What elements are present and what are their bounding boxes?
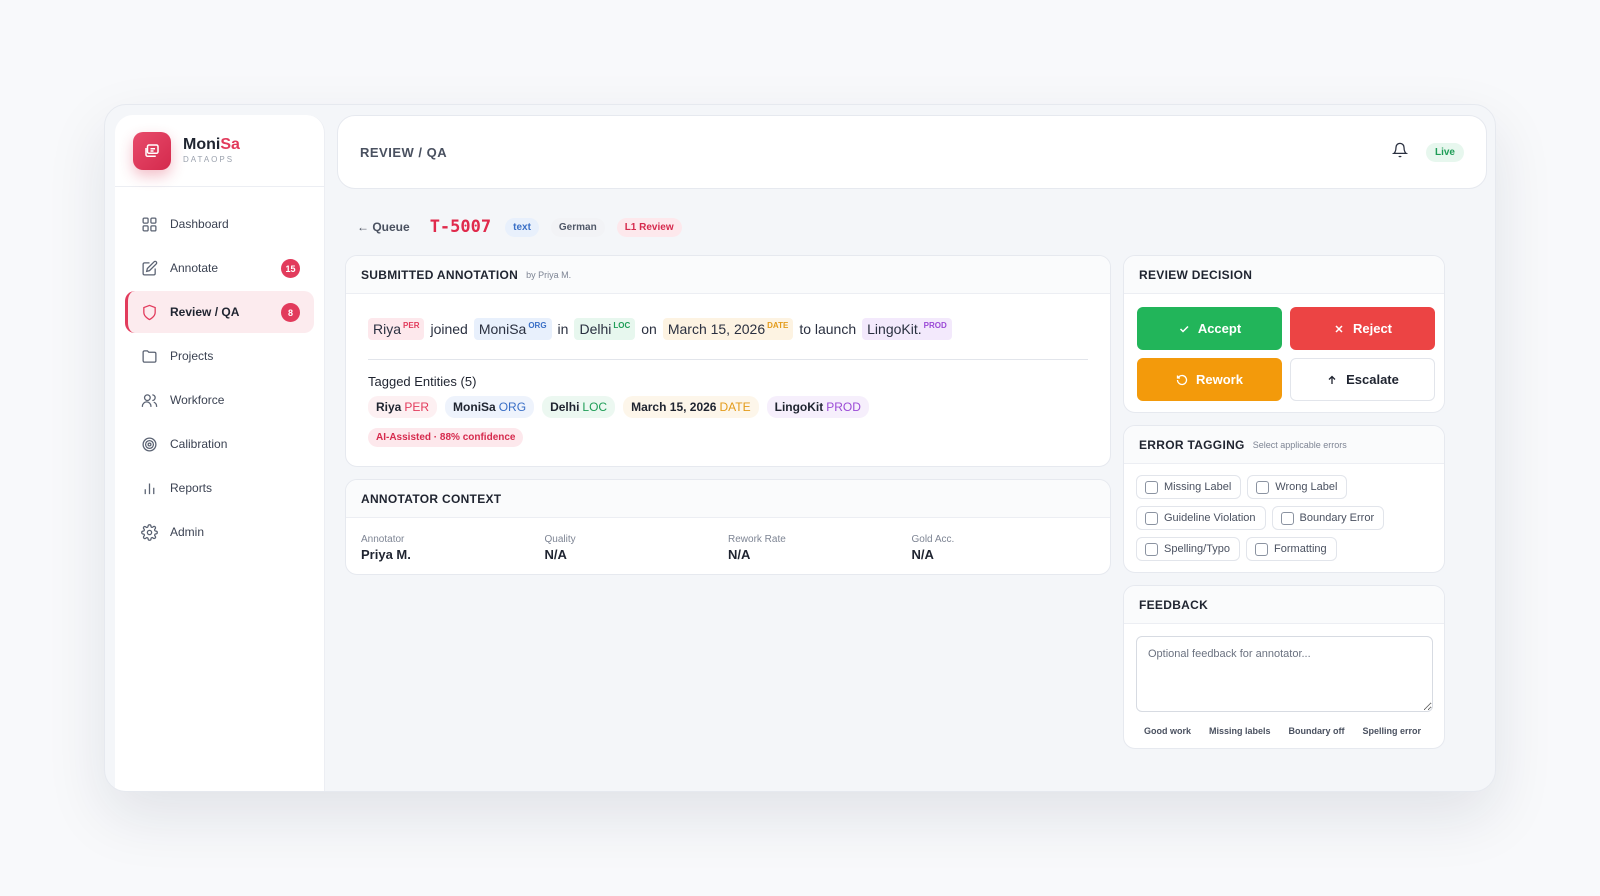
live-status-badge: Live	[1425, 142, 1464, 162]
sidebar-item-label: Workforce	[170, 393, 225, 407]
brand-subtitle: DATAOPS	[183, 155, 235, 164]
error-tagging-card: ERROR TAGGING Select applicable errors M…	[1123, 425, 1445, 573]
back-to-queue-link[interactable]: ← Queue	[357, 220, 410, 234]
context-field: Quality N/A	[544, 534, 576, 562]
sidebar-item-label: Dashboard	[170, 217, 229, 231]
sidebar-item-label: Review / QA	[170, 305, 240, 319]
tagged-entities-title: Tagged Entities (5)	[368, 374, 477, 389]
reject-button[interactable]: Reject	[1290, 307, 1435, 350]
entity-tag: Delhi LOC	[542, 396, 616, 418]
count-badge: 15	[281, 259, 300, 278]
sidebar-item-label: Calibration	[170, 437, 228, 451]
review-decision-card: REVIEW DECISION Accept Reject Rework Esc…	[1123, 255, 1445, 413]
quick-feedback-good-work[interactable]: Good work	[1144, 726, 1191, 736]
error-checkbox-missing-label[interactable]: Missing Label	[1136, 475, 1242, 499]
arrow-up-icon	[1328, 375, 1336, 384]
quick-feedback-row: Good work Missing labels Boundary off Sp…	[1144, 726, 1421, 736]
sidebar-item-annotate[interactable]: Annotate 15	[125, 247, 314, 289]
top-header: REVIEW / QA Live	[337, 115, 1487, 189]
folder-icon	[142, 349, 157, 363]
sidebar-item-label: Annotate	[170, 261, 219, 275]
entity-span[interactable]: Delhi LOC	[574, 318, 636, 340]
annotator-context-card: ANNOTATOR CONTEXT Annotator Priya M. Qua…	[345, 479, 1111, 575]
entity-span[interactable]: MoniSa ORG	[473, 318, 552, 340]
sidebar-item-label: Reports	[170, 481, 213, 495]
quick-feedback-missing-labels[interactable]: Missing labels	[1209, 726, 1271, 736]
sidebar-item-workforce[interactable]: Workforce	[125, 379, 314, 421]
bar-chart-icon	[144, 483, 155, 494]
sidebar-nav: Dashboard Annotate 15 Review / QA 8 Proj…	[115, 187, 324, 553]
page-title: REVIEW / QA	[360, 144, 448, 160]
card-title: ERROR TAGGING	[1139, 437, 1245, 452]
context-field: Annotator Priya M.	[361, 534, 411, 562]
entity-tag: Riya PER	[368, 396, 438, 418]
check-icon	[1179, 325, 1189, 333]
tagged-entities-list: Riya PER MoniSa ORG Delhi LOC March 15, 202…	[368, 396, 869, 418]
shield-icon	[143, 304, 156, 320]
gear-icon	[141, 523, 158, 541]
sidebar-item-calibration[interactable]: Calibration	[125, 423, 314, 465]
entity-span[interactable]: LingoKit. PROD	[862, 318, 952, 340]
entity-span[interactable]: March 15, 2026 DATE	[662, 318, 794, 340]
logo-icon	[133, 131, 171, 170]
type-chip: text	[505, 217, 539, 237]
sentence-word: in	[557, 321, 569, 337]
brand[interactable]: MoniSa DATAOPS	[115, 115, 324, 187]
brand-name: MoniSa	[183, 136, 240, 153]
entity-tag: March 15, 2026 DATE	[623, 396, 759, 418]
error-checkbox-boundary-error[interactable]: Boundary Error	[1271, 506, 1385, 530]
ticket-id: T-5007	[429, 217, 492, 237]
undo-icon	[1176, 374, 1188, 385]
context-field: Gold Acc. N/A	[911, 534, 955, 562]
entity-tag: MoniSa ORG	[445, 396, 535, 418]
sidebar-item-review-qa[interactable]: Review / QA 8	[125, 291, 314, 333]
language-chip: German	[550, 217, 605, 237]
bell-icon[interactable]	[1391, 142, 1409, 163]
quick-feedback-spelling-error[interactable]: Spelling error	[1363, 726, 1422, 736]
sentence-word: to launch	[799, 321, 857, 337]
feedback-textarea[interactable]	[1136, 636, 1433, 712]
error-checkbox-guideline-violation[interactable]: Guideline Violation	[1136, 506, 1266, 530]
feedback-card: FEEDBACK Good work Missing labels Bounda…	[1123, 585, 1445, 749]
divider	[368, 359, 1088, 360]
sentence-word: on	[641, 321, 657, 337]
annotated-sentence: Riya PER joined MoniSa ORG in Delhi LOC on …	[368, 318, 952, 340]
ai-confidence-badge: AI-Assisted · 88% confidence	[368, 428, 524, 447]
app-window: MoniSa DATAOPS Dashboard Annotate 15 Rev…	[104, 104, 1496, 792]
sidebar: MoniSa DATAOPS Dashboard Annotate 15 Rev…	[115, 115, 325, 791]
sidebar-item-admin[interactable]: Admin	[125, 511, 314, 553]
users-icon	[141, 393, 158, 407]
annotator-byline: by Priya M.	[526, 269, 572, 280]
entity-tag: LingoKit PROD	[766, 396, 869, 418]
edit-icon	[142, 260, 158, 276]
card-title: ANNOTATOR CONTEXT	[361, 491, 502, 506]
card-title: FEEDBACK	[1139, 597, 1209, 612]
count-badge: 8	[281, 303, 300, 322]
card-title: SUBMITTED ANNOTATION	[361, 267, 519, 282]
card-title: REVIEW DECISION	[1139, 267, 1253, 282]
error-checkbox-formatting[interactable]: Formatting	[1246, 537, 1337, 561]
context-field: Rework Rate N/A	[728, 534, 786, 562]
card-subtitle: Select applicable errors	[1252, 439, 1347, 450]
sidebar-item-label: Admin	[170, 525, 205, 539]
quick-feedback-boundary-off[interactable]: Boundary off	[1289, 726, 1345, 736]
sidebar-item-reports[interactable]: Reports	[125, 467, 314, 509]
sidebar-item-label: Projects	[170, 349, 214, 363]
sentence-word: joined	[430, 321, 468, 337]
submitted-annotation-card: SUBMITTED ANNOTATION by Priya M. Riya PER…	[345, 255, 1111, 467]
accept-button[interactable]: Accept	[1137, 307, 1282, 350]
error-checkbox-spelling-typo[interactable]: Spelling/Typo	[1136, 537, 1241, 561]
sidebar-item-dashboard[interactable]: Dashboard	[125, 203, 314, 245]
stage-chip: L1 Review	[616, 217, 682, 237]
rework-button[interactable]: Rework	[1137, 358, 1282, 401]
error-checkbox-wrong-label[interactable]: Wrong Label	[1247, 475, 1348, 499]
escalate-button[interactable]: Escalate	[1290, 358, 1435, 401]
ticket-header: ← Queue T-5007 text German L1 Review	[357, 213, 682, 241]
entity-span[interactable]: Riya PER	[368, 318, 425, 340]
close-icon	[1335, 324, 1343, 333]
target-icon	[142, 436, 157, 452]
sidebar-item-projects[interactable]: Projects	[125, 335, 314, 377]
grid-icon	[142, 216, 157, 232]
